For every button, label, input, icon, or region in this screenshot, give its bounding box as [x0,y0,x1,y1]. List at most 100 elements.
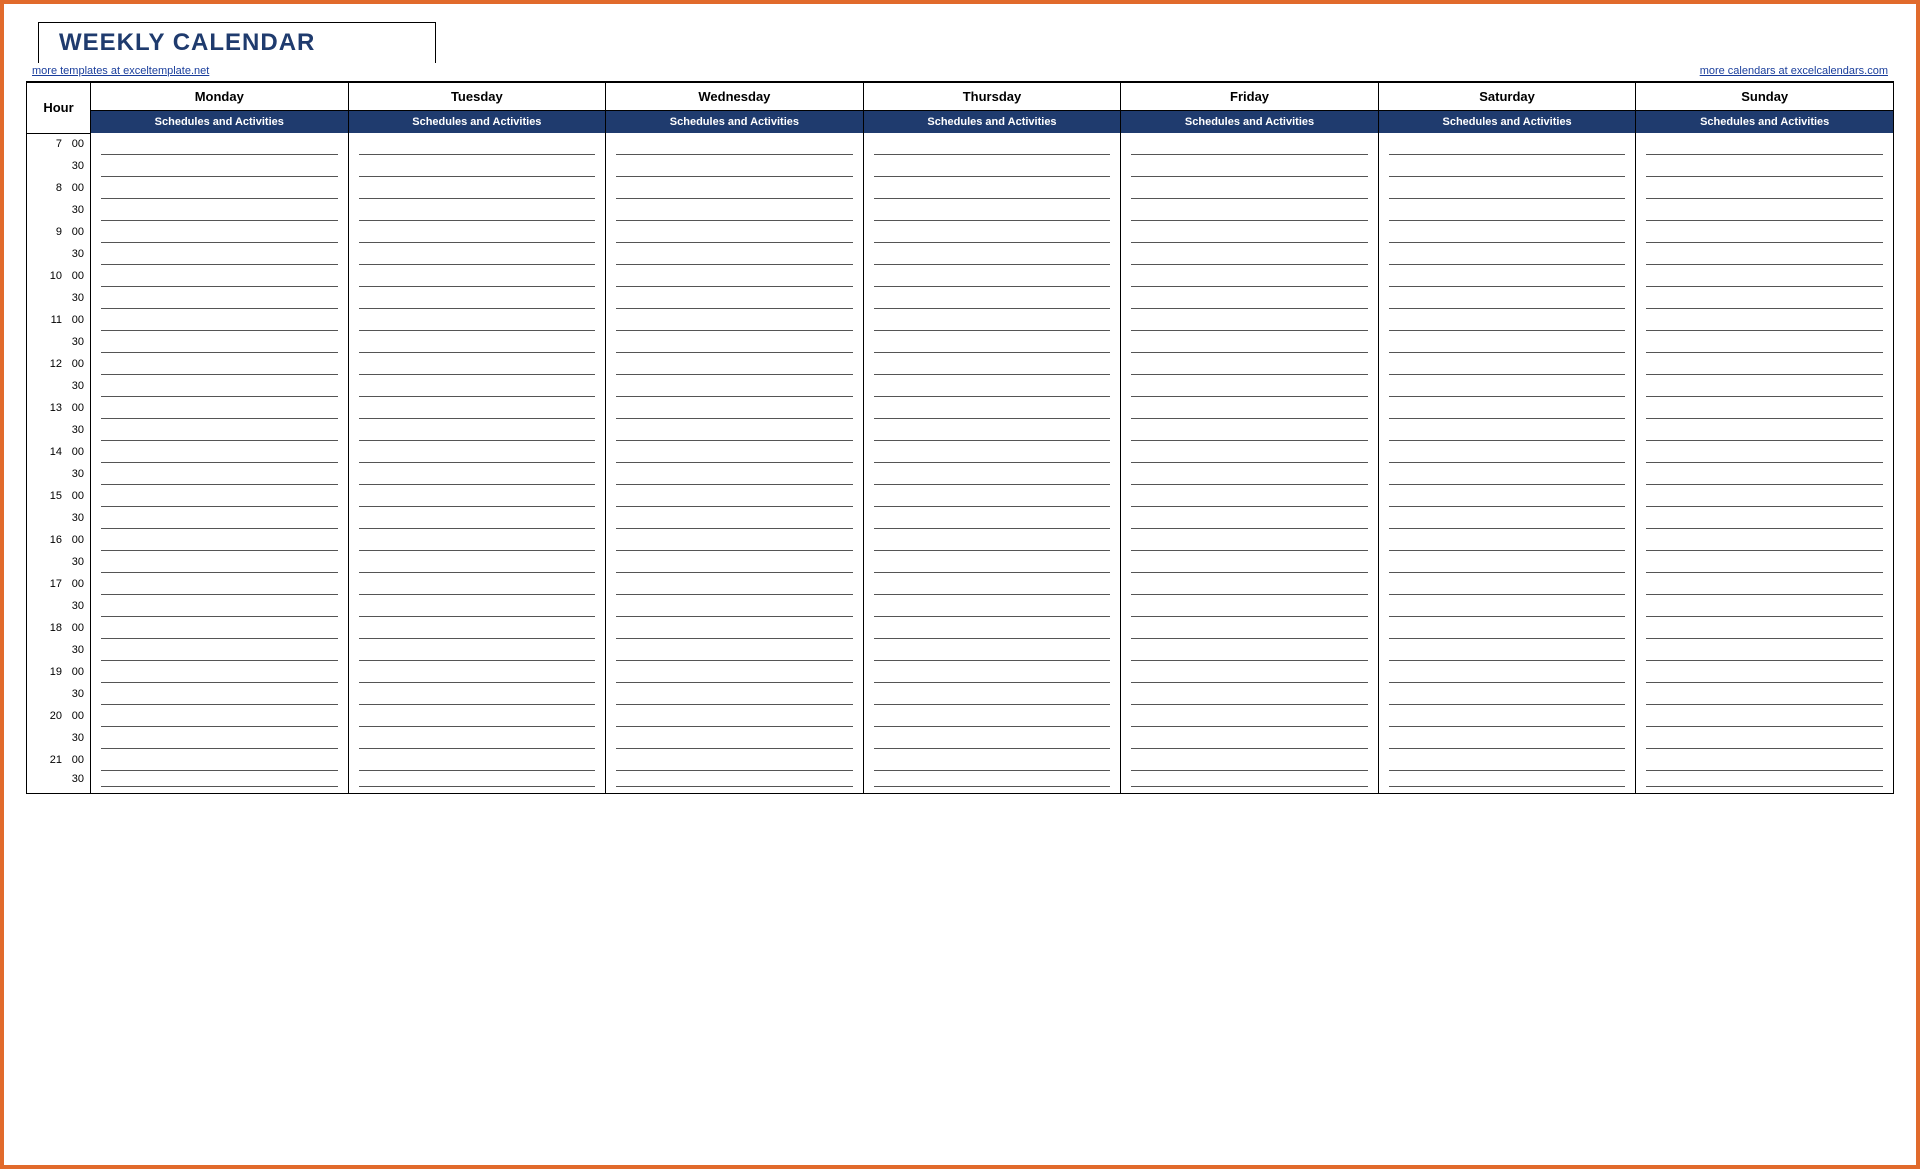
schedule-slot[interactable] [348,551,606,573]
schedule-slot[interactable] [606,573,864,595]
schedule-slot[interactable] [1121,639,1379,661]
schedule-slot[interactable] [348,771,606,793]
schedule-slot[interactable] [1121,199,1379,221]
schedule-slot[interactable] [863,661,1121,683]
schedule-slot[interactable] [1636,507,1894,529]
schedule-slot[interactable] [863,199,1121,221]
schedule-slot[interactable] [1636,529,1894,551]
schedule-slot[interactable] [1121,683,1379,705]
schedule-slot[interactable] [348,683,606,705]
schedule-slot[interactable] [1121,331,1379,353]
schedule-slot[interactable] [91,683,349,705]
schedule-slot[interactable] [1121,177,1379,199]
schedule-slot[interactable] [1636,331,1894,353]
schedule-slot[interactable] [863,617,1121,639]
schedule-slot[interactable] [606,441,864,463]
schedule-slot[interactable] [91,705,349,727]
schedule-slot[interactable] [1121,243,1379,265]
schedule-slot[interactable] [348,639,606,661]
schedule-slot[interactable] [91,265,349,287]
schedule-slot[interactable] [1121,463,1379,485]
schedule-slot[interactable] [348,221,606,243]
link-more-calendars[interactable]: more calendars at excelcalendars.com [1700,65,1888,77]
schedule-slot[interactable] [863,639,1121,661]
schedule-slot[interactable] [606,397,864,419]
schedule-slot[interactable] [348,441,606,463]
schedule-slot[interactable] [863,771,1121,793]
schedule-slot[interactable] [1636,221,1894,243]
schedule-slot[interactable] [606,331,864,353]
schedule-slot[interactable] [863,727,1121,749]
schedule-slot[interactable] [1636,727,1894,749]
schedule-slot[interactable] [91,155,349,177]
schedule-slot[interactable] [348,177,606,199]
schedule-slot[interactable] [606,133,864,155]
schedule-slot[interactable] [91,749,349,771]
schedule-slot[interactable] [606,661,864,683]
schedule-slot[interactable] [1378,683,1636,705]
schedule-slot[interactable] [606,507,864,529]
schedule-slot[interactable] [1121,353,1379,375]
schedule-slot[interactable] [1378,133,1636,155]
schedule-slot[interactable] [348,375,606,397]
schedule-slot[interactable] [1636,639,1894,661]
schedule-slot[interactable] [863,749,1121,771]
schedule-slot[interactable] [606,309,864,331]
schedule-slot[interactable] [91,177,349,199]
schedule-slot[interactable] [1121,771,1379,793]
schedule-slot[interactable] [606,287,864,309]
schedule-slot[interactable] [1121,441,1379,463]
schedule-slot[interactable] [863,243,1121,265]
schedule-slot[interactable] [91,419,349,441]
schedule-slot[interactable] [1636,419,1894,441]
schedule-slot[interactable] [1121,749,1379,771]
schedule-slot[interactable] [1636,177,1894,199]
schedule-slot[interactable] [1121,727,1379,749]
schedule-slot[interactable] [1121,573,1379,595]
schedule-slot[interactable] [863,397,1121,419]
schedule-slot[interactable] [348,749,606,771]
schedule-slot[interactable] [863,375,1121,397]
schedule-slot[interactable] [1121,705,1379,727]
schedule-slot[interactable] [863,419,1121,441]
schedule-slot[interactable] [91,353,349,375]
schedule-slot[interactable] [1636,661,1894,683]
schedule-slot[interactable] [91,727,349,749]
schedule-slot[interactable] [348,353,606,375]
schedule-slot[interactable] [1378,573,1636,595]
schedule-slot[interactable] [1378,529,1636,551]
schedule-slot[interactable] [1636,749,1894,771]
schedule-slot[interactable] [91,771,349,793]
schedule-slot[interactable] [1378,639,1636,661]
schedule-slot[interactable] [1121,397,1379,419]
schedule-slot[interactable] [606,221,864,243]
schedule-slot[interactable] [606,727,864,749]
schedule-slot[interactable] [91,397,349,419]
schedule-slot[interactable] [348,485,606,507]
schedule-slot[interactable] [348,573,606,595]
schedule-slot[interactable] [863,221,1121,243]
schedule-slot[interactable] [1636,463,1894,485]
schedule-slot[interactable] [863,265,1121,287]
schedule-slot[interactable] [348,155,606,177]
schedule-slot[interactable] [1378,661,1636,683]
schedule-slot[interactable] [1378,155,1636,177]
schedule-slot[interactable] [863,287,1121,309]
schedule-slot[interactable] [1121,595,1379,617]
schedule-slot[interactable] [1121,133,1379,155]
schedule-slot[interactable] [91,441,349,463]
schedule-slot[interactable] [1378,375,1636,397]
schedule-slot[interactable] [606,749,864,771]
schedule-slot[interactable] [1636,133,1894,155]
schedule-slot[interactable] [606,419,864,441]
schedule-slot[interactable] [91,617,349,639]
schedule-slot[interactable] [1378,551,1636,573]
schedule-slot[interactable] [863,705,1121,727]
schedule-slot[interactable] [1378,749,1636,771]
schedule-slot[interactable] [348,331,606,353]
schedule-slot[interactable] [1636,683,1894,705]
schedule-slot[interactable] [91,485,349,507]
schedule-slot[interactable] [606,771,864,793]
schedule-slot[interactable] [1378,441,1636,463]
schedule-slot[interactable] [348,529,606,551]
